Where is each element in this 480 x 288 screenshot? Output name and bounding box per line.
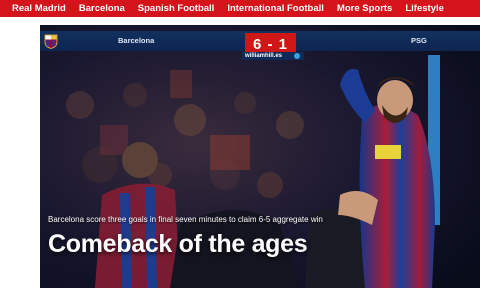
home-team-name: Barcelona <box>118 36 155 45</box>
article-headline[interactable]: Comeback of the ages <box>48 230 308 259</box>
sponsor-logo-icon <box>294 53 300 59</box>
article-subtitle[interactable]: Barcelona score three goals in final sev… <box>48 215 323 224</box>
nav-item-more-sports[interactable]: More Sports <box>337 3 392 14</box>
nav-item-barcelona[interactable]: Barcelona <box>79 3 125 14</box>
nav-item-spanish-football[interactable]: Spanish Football <box>138 3 215 14</box>
nav-item-real-madrid[interactable]: Real Madrid <box>12 3 66 14</box>
away-team-name: PSG <box>411 36 427 45</box>
top-nav: Real Madrid Barcelona Spanish Football I… <box>0 0 480 17</box>
nav-item-lifestyle[interactable]: Lifestyle <box>405 3 444 14</box>
barcelona-crest-icon <box>44 34 58 49</box>
nav-item-international-football[interactable]: International Football <box>227 3 324 14</box>
sponsor-text: williamhill.es <box>245 53 283 59</box>
sponsor-banner: williamhill.es <box>242 52 304 60</box>
scoreboard: Barcelona 6 - 1 PSG <box>40 31 480 57</box>
hero-image[interactable]: Barcelona 6 - 1 PSG williamhill.es Barce… <box>40 25 480 288</box>
